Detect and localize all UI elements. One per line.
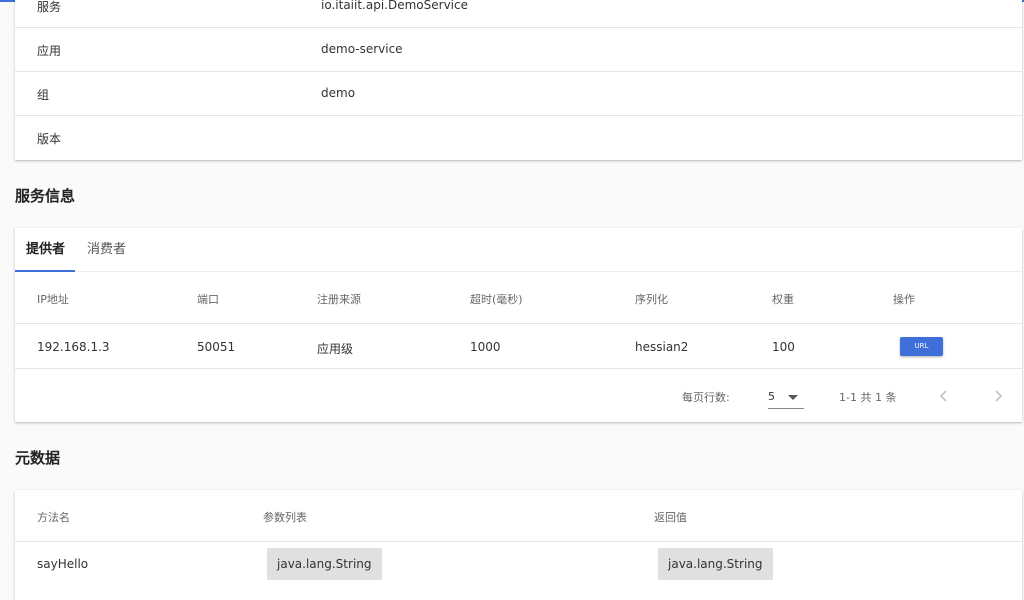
column-header-returns: 返回值 <box>654 511 687 524</box>
cell-serialization: hessian2 <box>635 340 689 354</box>
basic-info-card: 服务 io.itaiit.api.DemoService 应用 demo-ser… <box>15 0 1022 160</box>
param-type-chip: java.lang.String <box>267 548 382 580</box>
cell-method: sayHello <box>37 557 89 571</box>
column-header-params: 参数列表 <box>263 511 307 524</box>
cell-port: 50051 <box>197 340 236 354</box>
info-row-group: 组 demo <box>15 72 1022 116</box>
pagination-range: 1-1 共 1 条 <box>839 391 897 404</box>
service-info-card: 提供者 消费者 IP地址 端口 注册来源 超时(毫秒) 序列化 权重 操作 19… <box>15 228 1022 422</box>
column-header-ip: IP地址 <box>37 293 69 306</box>
rows-per-page-select[interactable]: 5 <box>768 388 804 409</box>
info-row-service: 服务 io.itaiit.api.DemoService <box>15 0 1022 28</box>
chevron-right-icon[interactable] <box>991 389 1005 403</box>
tab-providers[interactable]: 提供者 <box>26 228 65 272</box>
column-header-source: 注册来源 <box>317 293 361 306</box>
info-label: 服务 <box>37 0 62 14</box>
info-label: 应用 <box>37 44 62 58</box>
return-type-chip: java.lang.String <box>658 548 773 580</box>
column-header-serialization: 序列化 <box>635 293 668 306</box>
service-tabs: 提供者 消费者 <box>15 228 1022 272</box>
info-value: io.itaiit.api.DemoService <box>321 0 468 12</box>
tab-consumers[interactable]: 消费者 <box>87 228 126 272</box>
column-header-method: 方法名 <box>37 511 70 524</box>
cell-weight: 100 <box>772 340 795 354</box>
table-divider <box>15 541 1022 542</box>
metadata-title: 元数据 <box>15 449 61 467</box>
url-button[interactable]: URL <box>900 337 943 356</box>
column-header-weight: 权重 <box>772 293 794 306</box>
info-label: 组 <box>37 88 50 102</box>
chevron-left-icon[interactable] <box>937 389 951 403</box>
metadata-card: 方法名 参数列表 返回值 sayHello java.lang.String j… <box>15 490 1022 600</box>
info-value: demo-service <box>321 42 403 56</box>
cell-ip: 192.168.1.3 <box>37 340 110 354</box>
cell-timeout: 1000 <box>470 340 501 354</box>
chevron-down-icon <box>788 395 798 400</box>
column-header-timeout: 超时(毫秒) <box>470 293 523 306</box>
info-row-version: 版本 <box>15 116 1022 160</box>
column-header-action: 操作 <box>893 293 915 306</box>
table-divider <box>15 368 1022 369</box>
info-value: demo <box>321 86 356 100</box>
column-header-port: 端口 <box>197 293 219 306</box>
service-info-title: 服务信息 <box>15 187 76 205</box>
tab-active-indicator <box>15 270 75 272</box>
rows-per-page-label: 每页行数: <box>682 391 730 404</box>
rows-per-page-value: 5 <box>768 390 775 403</box>
info-label: 版本 <box>37 132 62 146</box>
table-divider <box>15 323 1022 324</box>
cell-source: 应用级 <box>317 342 354 356</box>
info-row-application: 应用 demo-service <box>15 28 1022 72</box>
